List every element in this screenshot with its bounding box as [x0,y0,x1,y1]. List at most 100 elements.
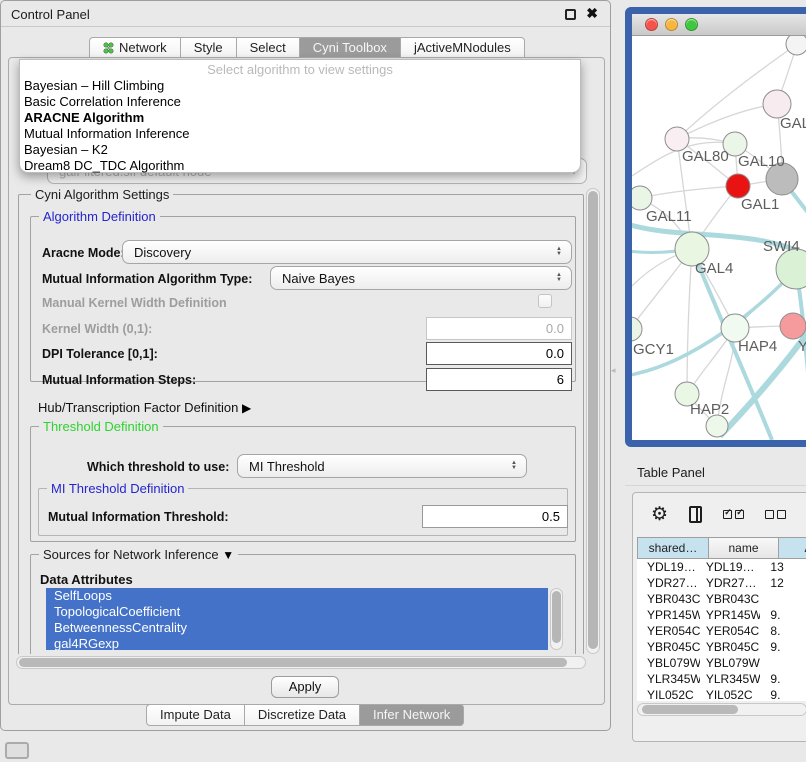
node-label: GAL1 [741,196,779,213]
close-panel-icon[interactable]: ✖ [586,5,598,22]
table-row[interactable]: YIL052CYIL052C9. [637,687,806,701]
tab-infer-network[interactable]: Infer Network [359,704,464,726]
deselect-all-checkboxes-icon[interactable] [765,510,786,519]
which-threshold-combo[interactable]: MI Threshold ▲▼ [237,454,527,478]
attribute-item-selected[interactable]: gal4RGexp [46,636,548,650]
network-window-titlebar[interactable] [632,14,806,36]
algorithm-option[interactable]: Dream8 DC_TDC Algorithm [20,158,580,174]
sources-title: Sources for Network Inference [43,547,219,562]
table-cell: YBL079W [700,655,761,671]
tab-style[interactable]: Style [180,37,236,59]
collapsed-arrow-icon: ▶ [242,401,251,415]
tab-label: Select [250,40,286,55]
dpi-tolerance-field[interactable]: 0.0 [426,342,572,365]
table-cell: 8. [760,623,806,639]
mi-threshold-field[interactable]: 0.5 [422,505,568,528]
settings-vertical-scrollbar[interactable] [586,188,600,654]
table-row[interactable]: YDR27…YDR27…12 [637,575,806,591]
mi-type-label: Mutual Information Algorithm Type: [42,272,252,286]
network-node-gal11[interactable] [632,186,652,210]
table-row[interactable]: YDL19…YDL19…13 [637,559,806,575]
mi-type-combo[interactable]: Naive Bayes ▲▼ [270,266,572,290]
table-horizontal-scrollbar[interactable] [637,703,806,716]
network-node-gal[interactable] [763,90,791,118]
scrollbar-thumb[interactable] [19,658,567,667]
network-node[interactable] [786,36,806,55]
algorithm-option[interactable]: Basic Correlation Inference [20,94,580,110]
split-columns-icon[interactable] [689,506,702,523]
table-cell: YBL079W [637,655,700,671]
mi-threshold-label: Mutual Information Threshold: [48,510,229,524]
aracne-mode-combo[interactable]: Discovery ▲▼ [122,240,572,264]
network-icon [103,42,114,54]
which-threshold-value: MI Threshold [238,459,507,474]
algorithm-dropdown-popup: Select algorithm to view settings Bayesi… [19,59,581,173]
table-row[interactable]: YLR345WYLR345W9. [637,671,806,687]
table-cell: YBR043C [637,591,700,607]
group-title: Algorithm Definition [39,209,160,224]
attribute-list-scrollbar[interactable] [550,588,563,650]
algorithm-option[interactable]: Bayesian – K2 [20,142,580,158]
expanded-arrow-icon[interactable]: ▼ [222,548,234,562]
manual-kernel-checkbox[interactable] [538,294,552,308]
tab-jactivemnodules[interactable]: jActiveMNodules [400,37,525,59]
combo-arrows-icon: ▲▼ [507,461,521,471]
attribute-item-selected[interactable]: TopologicalCoefficient [46,604,548,620]
node-label: HAP4 [738,338,777,355]
table-cell: 9. [760,671,806,687]
table-cell: YER054C [637,623,700,639]
tab-network[interactable]: Network [89,37,180,59]
attribute-item-selected[interactable]: BetweennessCentrality [46,620,548,636]
table-rows: YDL19…YDL19…13YDR27…YDR27…12YBR043CYBR04… [637,559,806,701]
algorithm-option[interactable]: Bayesian – Hill Climbing [20,78,580,94]
gear-icon[interactable]: ⚙ [651,503,668,526]
table-cell: YBR043C [700,591,761,607]
window-zoom-button[interactable] [685,18,698,31]
network-node-y[interactable] [780,313,806,339]
table-row[interactable]: YER054CYER054C8. [637,623,806,639]
network-node-gcy1[interactable] [632,317,642,341]
scrollbar-thumb[interactable] [588,191,598,649]
window-minimize-button[interactable] [665,18,678,31]
column-header-name[interactable]: name [709,537,779,559]
node-label: Y [798,338,806,355]
attribute-item-selected[interactable]: SelfLoops [46,588,548,604]
dpi-tolerance-label: DPI Tolerance [0,1]: [42,347,158,361]
mi-steps-field[interactable]: 6 [426,368,572,391]
tab-discretize-data[interactable]: Discretize Data [244,704,359,726]
window-close-button[interactable] [645,18,658,31]
network-node-gal1[interactable] [726,174,750,198]
network-canvas[interactable]: GALGAL80GAL10GAL1GAL11SWI4GAL4GCY1HAP4YH… [632,36,806,440]
select-all-checkboxes-icon[interactable] [723,510,744,519]
algorithm-option[interactable]: Mutual Information Inference [20,126,580,142]
mi-type-value: Naive Bayes [271,271,552,286]
scrollbar-thumb[interactable] [552,591,561,643]
column-header-shared-name[interactable]: shared… [637,537,709,559]
settings-horizontal-scrollbar[interactable] [16,656,586,669]
tab-label: Impute Data [160,707,231,722]
node-label: GAL10 [738,153,785,170]
scrollbar-thumb[interactable] [642,705,738,714]
tab-cyni-toolbox[interactable]: Cyni Toolbox [299,37,400,59]
table-row[interactable]: YBR043CYBR043C [637,591,806,607]
table-cell: YIL052C [637,687,700,701]
network-node[interactable] [706,415,728,437]
table-cell: 12 [760,575,806,591]
hub-definition-toggle[interactable]: Hub/Transcription Factor Definition ▶ [38,400,251,415]
collapsed-panel-icon[interactable] [5,742,29,759]
cyni-bottom-tabs: Impute Data Discretize Data Infer Networ… [146,704,464,726]
combo-arrows-icon: ▲▼ [552,273,566,283]
algorithm-option-selected[interactable]: ARACNE Algorithm [20,110,580,126]
splitter-handle-icon[interactable]: ◂ [611,364,618,376]
table-row[interactable]: YBL079WYBL079W [637,655,806,671]
table-row[interactable]: YPR145WYPR145W9. [637,607,806,623]
apply-button[interactable]: Apply [271,676,339,698]
group-title: Threshold Definition [39,419,163,434]
table-row[interactable]: YBR045CYBR045C9. [637,639,806,655]
table-cell: YER054C [700,623,761,639]
kernel-width-field[interactable]: 0.0 [426,317,572,340]
tab-impute-data[interactable]: Impute Data [146,704,244,726]
float-panel-icon[interactable] [565,9,576,20]
tab-select[interactable]: Select [236,37,299,59]
column-header-partial[interactable]: A [779,537,806,559]
